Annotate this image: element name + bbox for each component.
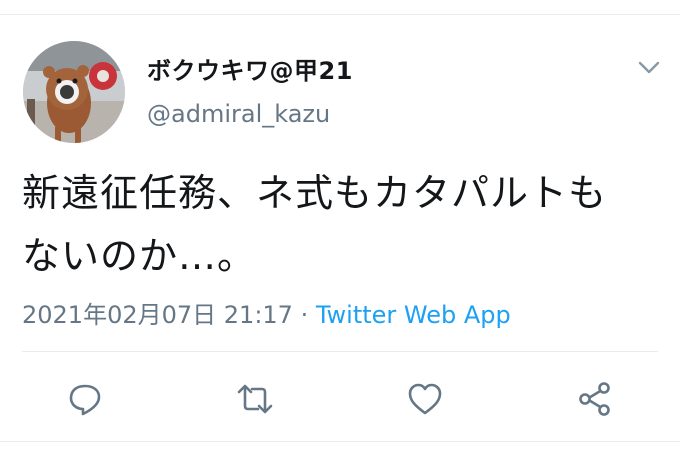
avatar-image [23,41,125,143]
retweet-icon[interactable] [236,380,274,418]
reply-icon[interactable] [66,380,104,418]
avatar[interactable] [23,41,125,143]
action-divider [22,351,658,352]
tweet-timestamp[interactable]: 2021年02月07日 21:17 [22,301,293,329]
tweet-meta: 2021年02月07日 21:17 · Twitter Web App [22,295,511,330]
tweet-card: ボクウキワ@甲21 @admiral_kazu 新遠征任務、ネ式もカタパルトも … [0,0,680,451]
tweet-text-line: ないのか…。 [22,234,257,278]
user-handle[interactable]: @admiral_kazu [147,100,330,128]
meta-separator: · [292,301,316,329]
top-divider [0,14,680,15]
tweet-text: 新遠征任務、ネ式もカタパルトも ないのか…。 [22,162,662,288]
bottom-divider [0,441,680,442]
tweet-source-link[interactable]: Twitter Web App [316,301,511,329]
heart-icon[interactable] [406,380,444,418]
chevron-down-icon[interactable] [634,52,664,82]
display-name[interactable]: ボクウキワ@甲21 [147,51,353,86]
share-icon[interactable] [576,380,614,418]
tweet-text-line: 新遠征任務、ネ式もカタパルトも [22,171,608,215]
